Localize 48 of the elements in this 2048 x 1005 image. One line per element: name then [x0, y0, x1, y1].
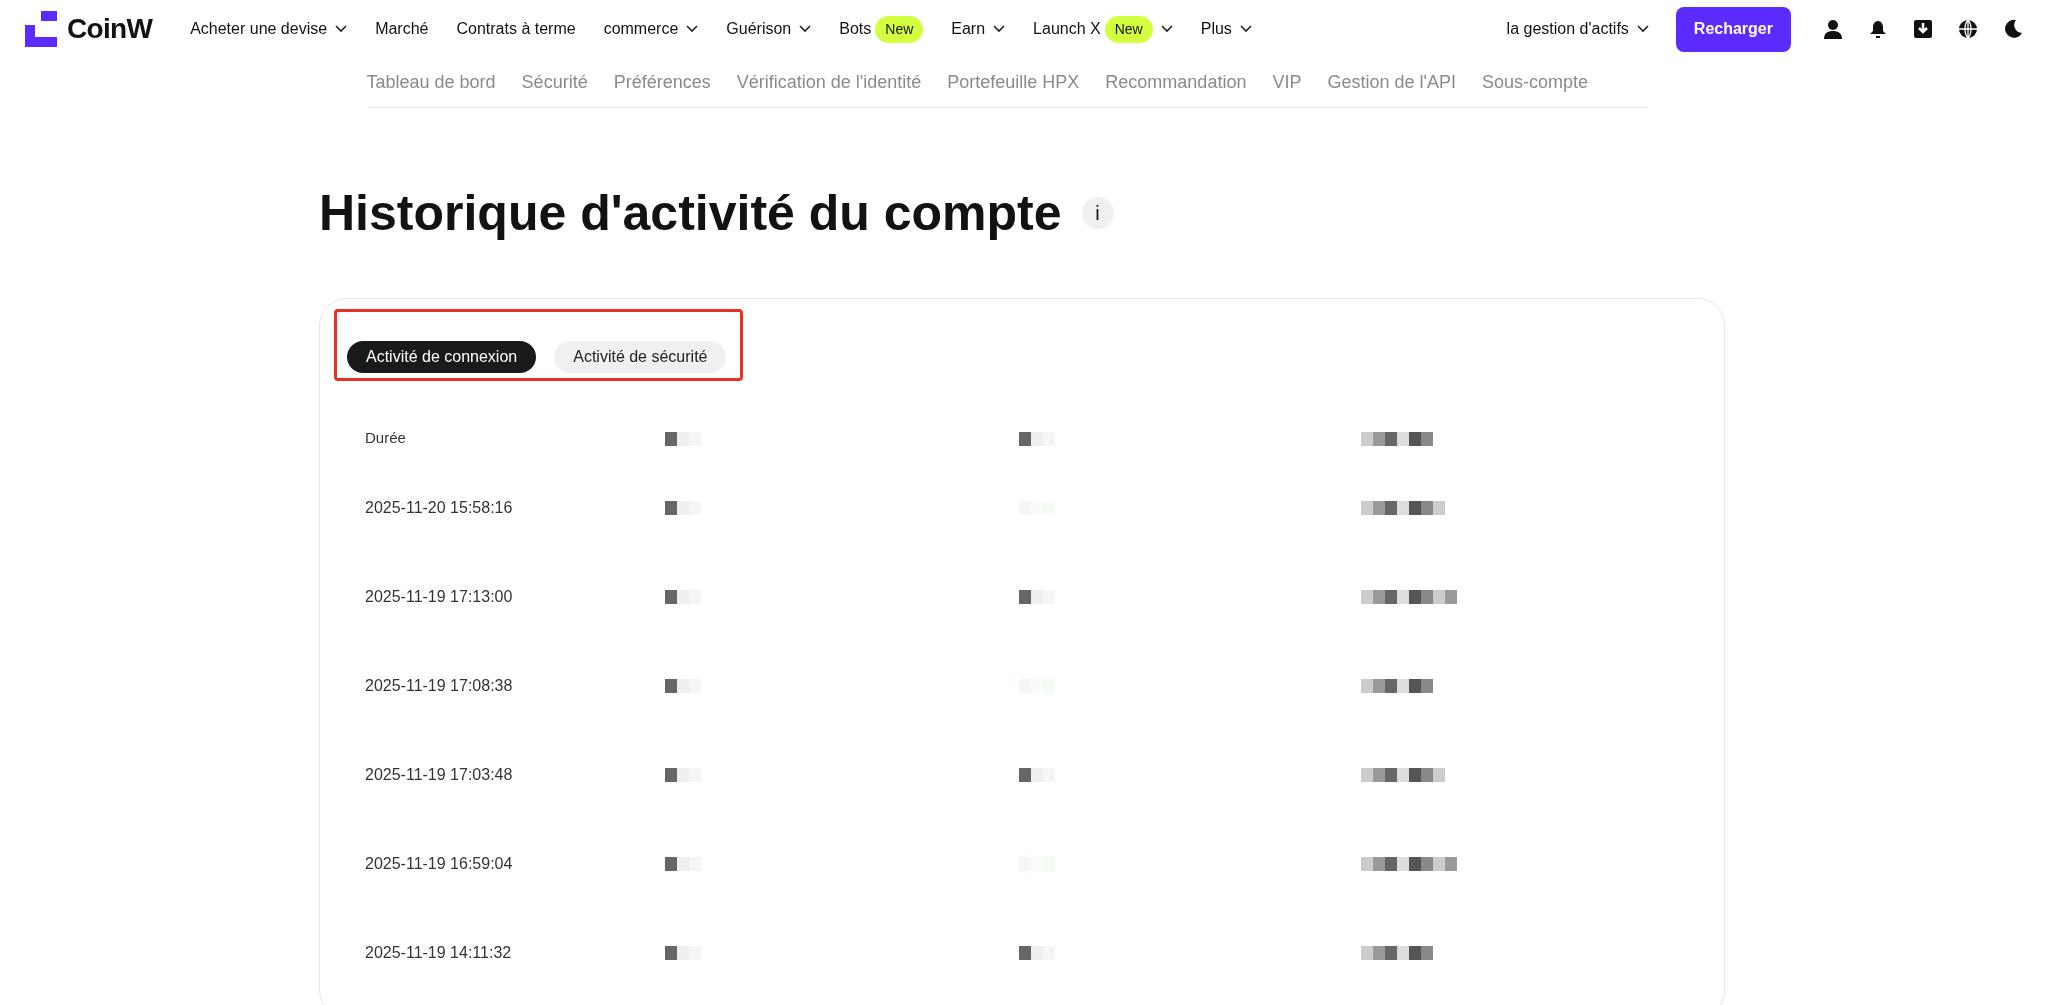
nav-link[interactable]: commerce [603, 17, 699, 41]
table-cell-text: 2025-11-20 15:58:16 [365, 497, 514, 518]
redacted-block [665, 857, 701, 872]
redacted-block [665, 431, 701, 446]
table-cell-text: 2025-11-19 16:59:04 [365, 853, 514, 874]
download-icon[interactable] [1913, 19, 1933, 39]
redacted-block [665, 679, 701, 694]
nav-link[interactable]: Launch X New [1033, 15, 1173, 43]
nav-link[interactable]: Guérison [726, 17, 812, 41]
logo-icon [25, 11, 57, 47]
bell-icon[interactable] [1868, 19, 1888, 39]
redacted-block [665, 946, 701, 961]
column-header: Durée [365, 427, 407, 448]
table-cell-text: 2025-11-19 17:08:38 [365, 675, 514, 696]
moon-icon[interactable] [2003, 19, 2023, 39]
globe-icon[interactable] [1958, 19, 1978, 39]
nav-link[interactable]: Earn [951, 17, 1006, 41]
redacted-block [1019, 768, 1055, 783]
tab[interactable]: Activité de connexion [347, 341, 537, 373]
nav-link[interactable]: Contrats à terme [456, 17, 576, 41]
nav-link[interactable]: Plus [1200, 17, 1252, 41]
subnav-link[interactable]: VIP [1272, 69, 1302, 96]
new-badge: New [875, 15, 924, 43]
redacted-block [1019, 946, 1055, 961]
table-cell-text: 2025-11-19 17:03:48 [365, 764, 514, 785]
redacted-block [665, 501, 701, 516]
nav-link[interactable]: Marché [375, 17, 429, 41]
redacted-block [1019, 431, 1055, 446]
redacted-block [665, 768, 701, 783]
table-cell-text: 2025-11-19 17:13:00 [365, 586, 514, 607]
asset-management-menu[interactable]: la gestion d'actifs [1506, 17, 1649, 41]
logo-text[interactable]: CoinW [67, 8, 153, 50]
deposit-button[interactable]: Recharger [1675, 6, 1791, 52]
nav-link[interactable]: Bots New [839, 15, 924, 43]
tab[interactable]: Activité de sécurité [554, 341, 727, 373]
redacted-block [1361, 679, 1433, 694]
user-icon[interactable] [1823, 19, 1843, 39]
redacted-block [665, 590, 701, 605]
table-cell-text: 2025-11-19 14:11:32 [365, 942, 513, 963]
info-badge[interactable]: i [1081, 197, 1114, 229]
redacted-block [1361, 431, 1433, 446]
nav-link[interactable]: Acheter une devise [190, 17, 348, 41]
chevron-down-icon [1636, 25, 1649, 33]
subnav-link[interactable]: Sous-compte [1481, 69, 1588, 96]
new-badge: New [1104, 15, 1153, 43]
page-title: Historique d'activité du compte [319, 188, 1062, 238]
redacted-block [1019, 590, 1055, 605]
redacted-block [1361, 946, 1433, 961]
